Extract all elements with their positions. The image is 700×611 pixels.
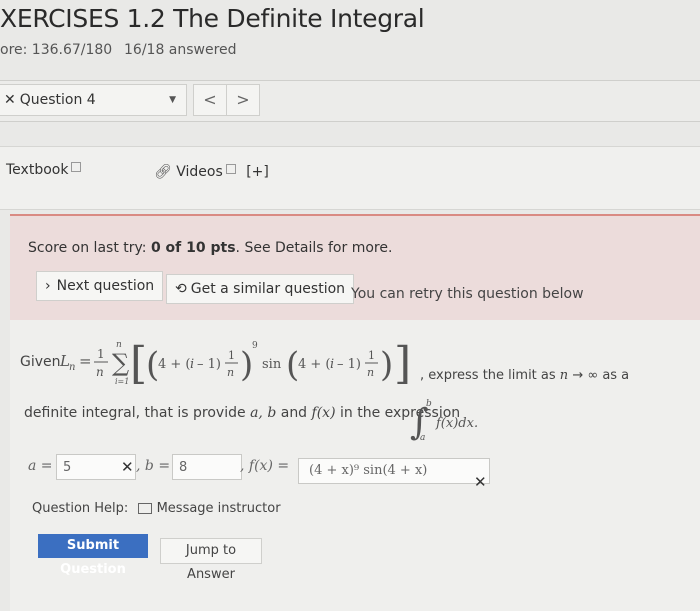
- answered-count: 16/18 answered: [124, 42, 237, 58]
- svg-text:i: i: [330, 357, 334, 372]
- svg-text:n: n: [367, 366, 374, 379]
- f-input[interactable]: (4 + x)⁹ sin(4 + x): [298, 458, 490, 484]
- question-select-label: Question 4: [19, 92, 96, 108]
- integral-instruction: definite integral, that is provide a, b …: [24, 405, 461, 421]
- limit-instruction: , express the limit as n → ∞ as a: [420, 368, 630, 383]
- svg-text:n: n: [96, 365, 104, 379]
- chevron-down-icon: ▼: [169, 95, 176, 105]
- last-score-line: Score on last try: 0 of 10 pts. See Deta…: [28, 240, 393, 256]
- svg-text:[: [: [130, 338, 147, 389]
- svg-text:i=1: i=1: [115, 377, 129, 386]
- mail-icon: [138, 503, 153, 514]
- similar-question-button[interactable]: ⟲ Get a similar question: [166, 274, 355, 304]
- svg-text:=: =: [79, 352, 92, 370]
- a-label: a =: [28, 458, 53, 474]
- svg-text:b: b: [426, 399, 432, 409]
- b-label: , b =: [136, 458, 171, 474]
- svg-text:4 + (: 4 + (: [298, 357, 331, 372]
- svg-text:i: i: [190, 357, 194, 372]
- next-question-arrow-button[interactable]: >: [226, 84, 260, 116]
- svg-text:4 + (: 4 + (: [158, 357, 191, 372]
- textbook-link[interactable]: Textbook: [6, 162, 82, 178]
- external-link-icon: [225, 164, 236, 174]
- next-question-button[interactable]: › Next question: [36, 271, 164, 301]
- svg-text:sin: sin: [262, 357, 282, 372]
- resources-bar: [0, 146, 700, 210]
- svg-text:1: 1: [368, 349, 375, 362]
- retry-message: You can retry this question below: [351, 286, 584, 302]
- paperclip-icon: 🔗︎: [154, 164, 172, 180]
- question-help: Question Help: Message instructor: [32, 501, 281, 516]
- jump-to-answer-button[interactable]: Jump to Answer: [160, 538, 262, 582]
- external-link-icon: [71, 162, 82, 172]
- retry-box: [10, 216, 700, 320]
- n-to-infinity: n: [559, 368, 569, 383]
- textbook-label: Textbook: [6, 162, 69, 178]
- riemann-sum-formula: L n = 1 n n ∑ i=1 [ ( 4 + ( i – 1) 1 n )…: [59, 338, 411, 389]
- svg-text:– 1): – 1): [337, 357, 361, 372]
- videos-link[interactable]: 🔗︎ Videos [+]: [154, 164, 269, 180]
- svg-text:n: n: [227, 366, 234, 379]
- refresh-icon: ⟲: [175, 281, 187, 297]
- a-incorrect-icon: ✕: [121, 458, 134, 476]
- svg-text:): ): [380, 345, 393, 385]
- svg-text:9: 9: [252, 341, 258, 351]
- retry-divider: [10, 214, 700, 216]
- svg-text:]: ]: [394, 338, 411, 389]
- score-text: ore: 136.67/180: [0, 42, 113, 58]
- message-instructor-link[interactable]: Message instructor: [157, 501, 281, 516]
- svg-text:a: a: [420, 433, 425, 442]
- submit-question-button[interactable]: Submit Question: [38, 534, 148, 577]
- svg-text:– 1): – 1): [197, 357, 221, 372]
- integral-expression: ∫ b a f(x)dx.: [410, 399, 478, 442]
- chevron-right-icon: ›: [45, 278, 51, 294]
- videos-expand[interactable]: [+]: [246, 164, 269, 180]
- svg-text:): ): [240, 345, 253, 385]
- svg-text:∑: ∑: [112, 349, 129, 377]
- page-title: XERCISES 1.2 The Definite Integral: [0, 4, 425, 33]
- previous-question-button[interactable]: <: [193, 84, 227, 116]
- svg-text:1: 1: [97, 347, 105, 361]
- b-input[interactable]: 8: [172, 454, 242, 480]
- last-score-value: 0 of 10 pts: [150, 240, 236, 256]
- svg-text:f(x)dx.: f(x)dx.: [435, 416, 478, 431]
- svg-text:n: n: [69, 362, 75, 373]
- question-select[interactable]: ✕ Question 4 ▼: [0, 84, 187, 116]
- videos-label: Videos: [176, 164, 223, 180]
- f-incorrect-icon: ✕: [474, 473, 487, 491]
- f-label: , f(x) =: [240, 458, 290, 474]
- svg-text:1: 1: [228, 349, 235, 362]
- incorrect-icon: ✕: [4, 92, 16, 108]
